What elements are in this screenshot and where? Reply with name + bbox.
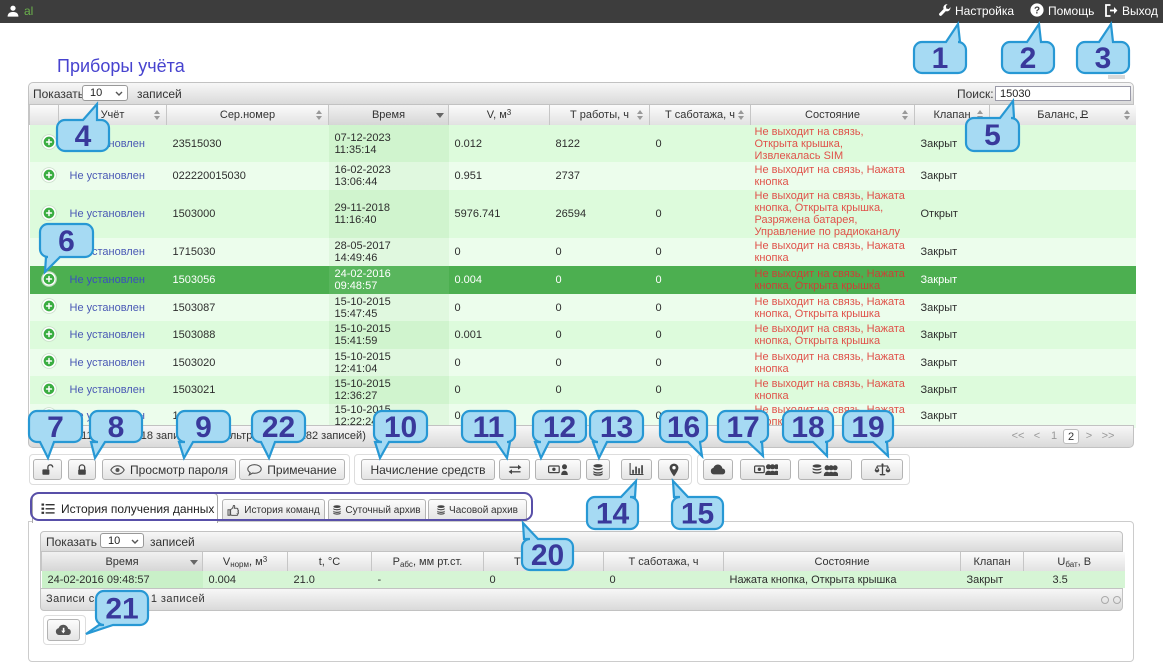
svg-text:3: 3 xyxy=(1095,42,1112,75)
svg-text:2: 2 xyxy=(1020,42,1037,75)
svg-text:?: ? xyxy=(1034,6,1040,17)
svg-text:1: 1 xyxy=(932,42,949,75)
